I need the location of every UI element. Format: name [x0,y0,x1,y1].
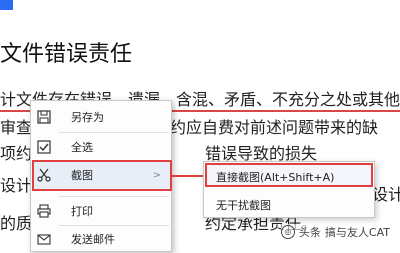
submenu-item-distraction-free-screenshot[interactable]: 无干扰截图 [204,192,374,216]
submenu-item-label: 无干扰截图 [216,199,271,212]
scissors-icon [37,168,51,182]
watermark-logo-icon: ◎ [280,225,295,239]
top-text-fragment [0,0,400,10]
watermark-prefix: 头条 [298,226,321,239]
submenu-item-direct-screenshot[interactable]: 直接截图(Alt+Shift+A) [204,164,374,188]
menu-item-label: 发送邮件 [71,233,115,246]
menu-item-send-mail[interactable]: 发送邮件 [31,225,171,253]
selected-text-block [0,0,13,10]
paragraph-line-4: 设计 [0,176,32,196]
section-heading: 文件错误责任 [0,42,133,67]
menu-item-label: 截图 [71,169,93,182]
menu-item-label: 另存为 [71,111,104,124]
menu-item-save-as[interactable]: 另存为 [31,103,171,131]
chevron-right-icon: > [152,169,161,181]
paragraph-text: 审查 [0,118,33,137]
paragraph-text: 项约 [0,144,33,163]
submenu-item-label: 直接截图(Alt+Shift+A) [216,171,335,184]
screenshot-submenu: 直接截图(Alt+Shift+A) 无干扰截图 [203,161,375,218]
paragraph-line-4b: 设计 [372,185,400,205]
select-all-icon [37,140,51,154]
paragraph-text: 的质 [0,214,33,233]
menu-item-screenshot[interactable]: 截图 > [31,161,171,189]
mail-icon [37,234,51,245]
watermark: ◎ 头条 搞与友人CAT [280,224,390,240]
printer-icon [37,204,51,218]
paragraph-text: 设计 [372,185,400,204]
menu-item-label: 全选 [71,141,93,154]
menu-item-label: 打印 [71,205,93,218]
paragraph-line-2b: 约应自费对前述问题带来的缺 [170,118,378,138]
save-icon [37,110,51,124]
context-menu: 另存为 全选 截图 > 打印 发送邮件 [30,100,172,252]
paragraph-text: 约应自费对前述问题带来的缺 [170,118,379,137]
paragraph-line-5: 的质 [0,214,32,234]
paragraph-line-3: 项约 [0,144,32,164]
paragraph-text: 设计 [0,176,33,195]
paragraph-line-2: 审查 [0,118,32,138]
menu-item-print[interactable]: 打印 [31,197,171,225]
menu-item-select-all[interactable]: 全选 [31,133,171,161]
watermark-text: 搞与友人CAT [324,226,390,239]
